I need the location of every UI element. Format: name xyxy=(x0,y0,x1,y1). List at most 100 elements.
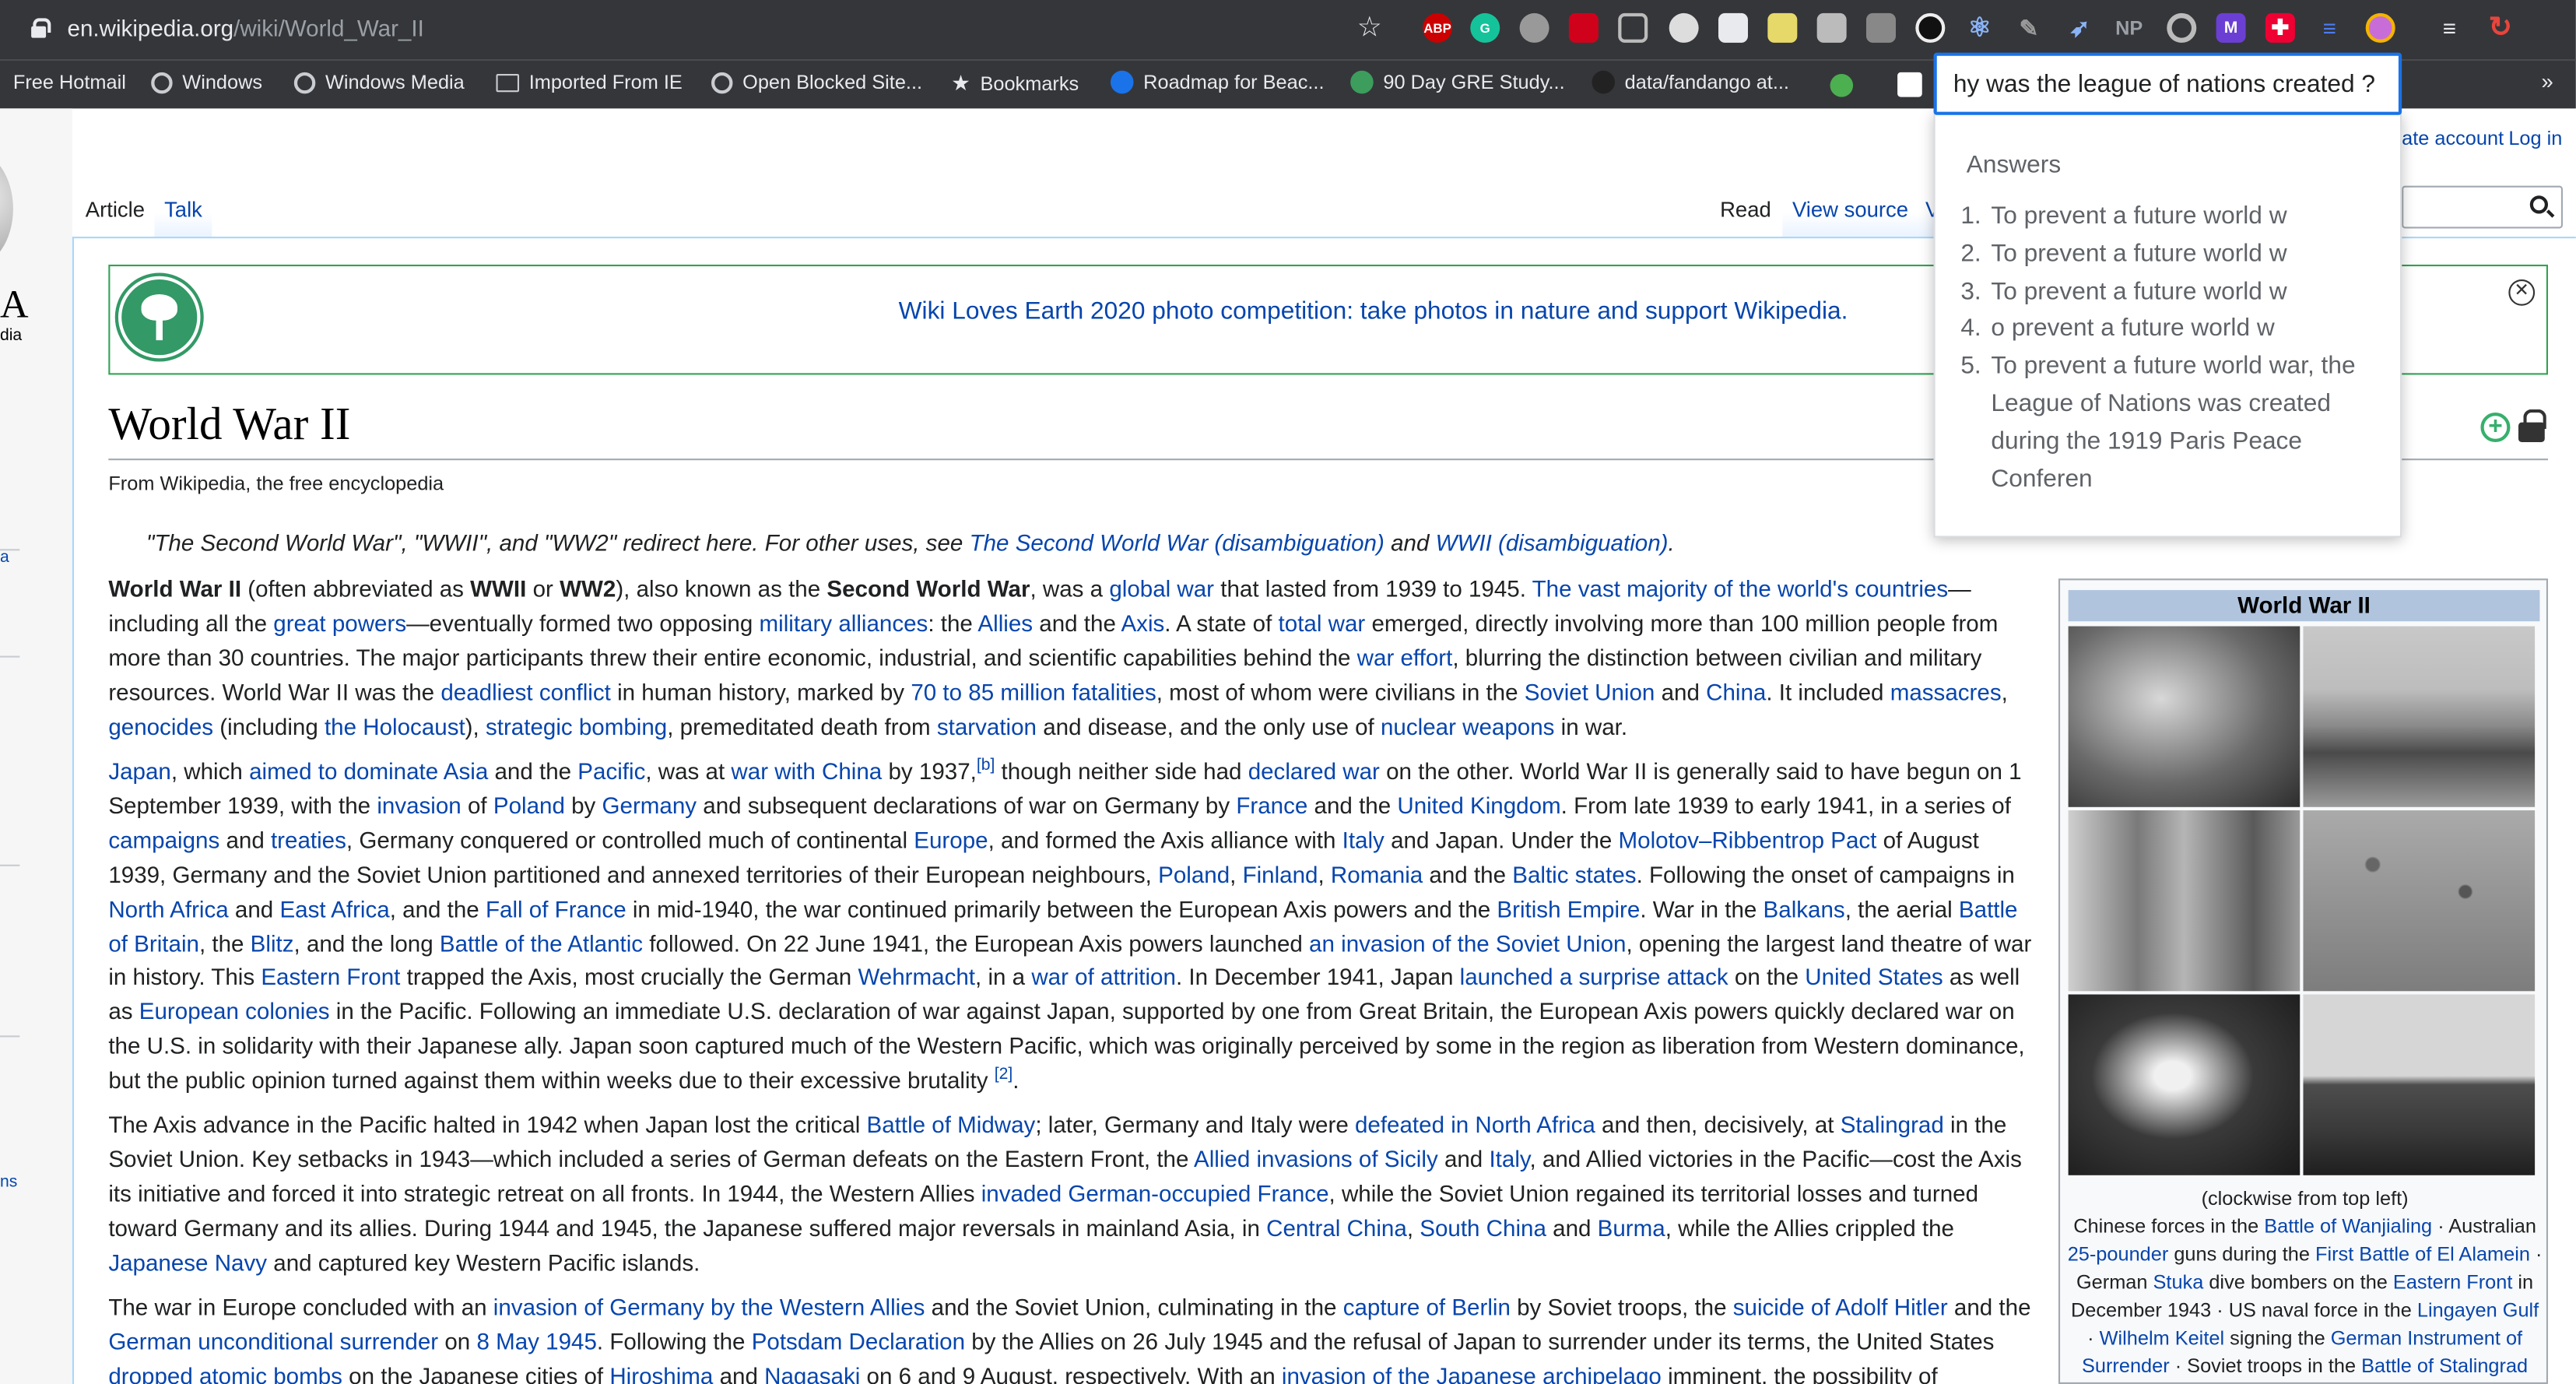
article-link[interactable]: Battle of Wanjialing xyxy=(2264,1214,2432,1238)
photo-stalingrad-ruins[interactable] xyxy=(2068,810,2301,992)
article-link[interactable]: China xyxy=(1706,678,1766,704)
bookmark-item[interactable]: 90 Day GRE Study... xyxy=(1350,70,1565,94)
article-link[interactable]: Battle of Stalingrad xyxy=(2361,1354,2528,1378)
article-link[interactable]: European colonies xyxy=(139,998,330,1024)
answer-item[interactable]: 1. To prevent a future world w xyxy=(1957,199,2367,237)
bookmark-folder[interactable]: Imported From IE xyxy=(496,71,683,93)
adblock-plus-icon[interactable]: ABP xyxy=(1423,12,1453,43)
article-link[interactable]: Eastern Front xyxy=(2393,1270,2512,1294)
article-link[interactable]: starvation xyxy=(937,713,1037,739)
wikipedia-globe-logo[interactable] xyxy=(0,151,13,267)
sidebar-link[interactable]: ns xyxy=(0,1174,17,1192)
article-link[interactable]: Burma xyxy=(1598,1214,1665,1241)
article-link[interactable]: United States xyxy=(1805,964,1943,990)
extension-icon[interactable] xyxy=(1816,12,1847,43)
article-link[interactable]: suicide of Adolf Hitler xyxy=(1733,1294,1948,1320)
tab-view-source[interactable]: View source xyxy=(1782,187,1918,237)
article-link[interactable]: Axis xyxy=(1121,609,1164,636)
article-link[interactable]: launched a surprise attack xyxy=(1460,964,1728,990)
tab-talk[interactable]: Talk xyxy=(154,187,212,237)
article-link[interactable]: war of attrition xyxy=(1031,964,1176,990)
article-link[interactable]: the Holocaust xyxy=(325,713,465,739)
article-link[interactable]: Eastern Front xyxy=(261,964,400,990)
article-link[interactable]: deadliest conflict xyxy=(440,678,611,704)
article-link[interactable]: total war xyxy=(1279,609,1366,636)
article-link[interactable]: United Kingdom xyxy=(1397,792,1560,819)
photo-lingayen-gulf-ships[interactable] xyxy=(2303,994,2536,1175)
extension-icon[interactable]: ↻ xyxy=(2486,12,2515,43)
article-link[interactable]: treaties xyxy=(271,827,346,853)
article-link[interactable]: invaded German-occupied France xyxy=(981,1180,1329,1207)
article-link[interactable]: Stuka xyxy=(2153,1270,2204,1294)
disambiguation-link[interactable]: The Second World War (disambiguation) xyxy=(970,529,1385,556)
article-link[interactable]: British Empire xyxy=(1497,895,1640,922)
article-link[interactable]: Japan xyxy=(108,757,171,784)
article-link[interactable]: invasion of Germany by the Western Allie… xyxy=(493,1294,925,1320)
sidebar-link[interactable]: a xyxy=(0,549,9,567)
profile-avatar-icon[interactable] xyxy=(2365,12,2395,43)
photo-chinese-forces[interactable] xyxy=(2068,626,2301,807)
camera-icon[interactable] xyxy=(1865,12,1896,43)
article-link[interactable]: Hiroshima xyxy=(609,1362,713,1384)
bookmark-item[interactable]: Roadmap for Beac... xyxy=(1110,70,1325,94)
tab-read[interactable]: Read xyxy=(1710,187,1781,237)
url-field[interactable]: en.wikipedia.org/wiki/World_War_II xyxy=(68,15,424,41)
bookmark-folder[interactable]: ★ Bookmarks xyxy=(951,71,1079,97)
article-link[interactable]: aimed to dominate Asia xyxy=(249,757,488,784)
article-link[interactable]: Allied invasions of Sicily xyxy=(1194,1146,1438,1172)
article-link[interactable]: dropped atomic bombs xyxy=(108,1362,342,1384)
bookmark-item[interactable]: Free Hotmail xyxy=(13,71,126,94)
article-link[interactable]: Nagasaki xyxy=(764,1362,860,1384)
rocket-icon[interactable]: ➶ xyxy=(2065,13,2094,43)
bookmark-star-icon[interactable]: ☆ xyxy=(1357,12,1382,44)
extension-icon[interactable]: M xyxy=(2216,12,2246,43)
article-link[interactable]: 25-pounder xyxy=(2068,1242,2169,1266)
bookmark-item[interactable]: data/fandango at... xyxy=(1592,70,1789,94)
article-link[interactable]: capture of Berlin xyxy=(1343,1294,1511,1320)
article-link[interactable]: Finland xyxy=(1243,861,1318,887)
article-link[interactable]: campaigns xyxy=(108,827,219,853)
article-link[interactable]: declared war xyxy=(1248,757,1380,784)
article-link[interactable]: Italy xyxy=(1342,827,1385,853)
tab-article[interactable]: Article xyxy=(75,187,155,237)
article-link[interactable]: Poland xyxy=(493,792,565,819)
article-link[interactable]: genocides xyxy=(108,713,213,739)
article-link[interactable]: an invasion of the Soviet Union xyxy=(1309,929,1626,956)
article-link[interactable]: Fall of France xyxy=(486,895,626,922)
padlock-icon[interactable] xyxy=(2518,409,2546,443)
photo-artillery-el-alamein[interactable] xyxy=(2303,626,2536,807)
answer-item[interactable]: 3. To prevent a future world w xyxy=(1957,274,2367,311)
article-link[interactable]: Lingayen Gulf xyxy=(2417,1298,2539,1322)
photo-stuka-bombers[interactable] xyxy=(2303,810,2536,992)
article-link[interactable]: Baltic states xyxy=(1512,861,1636,887)
article-link[interactable]: great powers xyxy=(273,609,406,636)
answer-item[interactable]: 4. o prevent a future world w xyxy=(1957,311,2367,349)
pen-icon[interactable]: ✎ xyxy=(2014,13,2044,43)
article-link[interactable]: nuclear weapons xyxy=(1381,713,1554,739)
article-link[interactable]: Molotov–Ribbentrop Pact xyxy=(1619,827,1877,853)
article-link[interactable]: South China xyxy=(1420,1214,1546,1241)
article-link[interactable]: Pacific xyxy=(577,757,645,784)
add-icon[interactable]: + xyxy=(2480,413,2511,443)
article-link[interactable]: German unconditional surrender xyxy=(108,1328,438,1354)
answer-item[interactable]: 5. To prevent a future world war, the Lea… xyxy=(1957,349,2367,499)
bookmark-item[interactable]: Open Blocked Site... xyxy=(711,71,922,93)
article-link[interactable]: war effort xyxy=(1357,644,1453,670)
extension-icon[interactable] xyxy=(1767,12,1798,43)
bookmark-item[interactable]: Windows xyxy=(151,71,262,93)
article-link[interactable]: invasion xyxy=(377,792,461,819)
article-link[interactable]: First Battle of El Alamein xyxy=(2315,1242,2530,1266)
answer-item[interactable]: 2. To prevent a future world w xyxy=(1957,237,2367,274)
bookmark-item[interactable]: Windows Media xyxy=(293,71,465,93)
page-icon[interactable] xyxy=(1897,72,1922,97)
article-link[interactable]: [2] xyxy=(995,1066,1013,1084)
article-link[interactable]: war with China xyxy=(731,757,882,784)
media-icon[interactable]: ≡ xyxy=(2434,13,2464,43)
article-link[interactable]: Battle of Midway xyxy=(866,1111,1035,1137)
target-icon[interactable] xyxy=(2167,12,2197,43)
article-link[interactable]: East Africa xyxy=(279,895,389,922)
article-link[interactable]: Wilhelm Keitel xyxy=(2100,1326,2224,1350)
extension-icon[interactable] xyxy=(1718,12,1748,43)
grammarly-icon[interactable]: G xyxy=(1470,12,1500,43)
article-link[interactable]: Battle of Britain xyxy=(108,895,2017,956)
